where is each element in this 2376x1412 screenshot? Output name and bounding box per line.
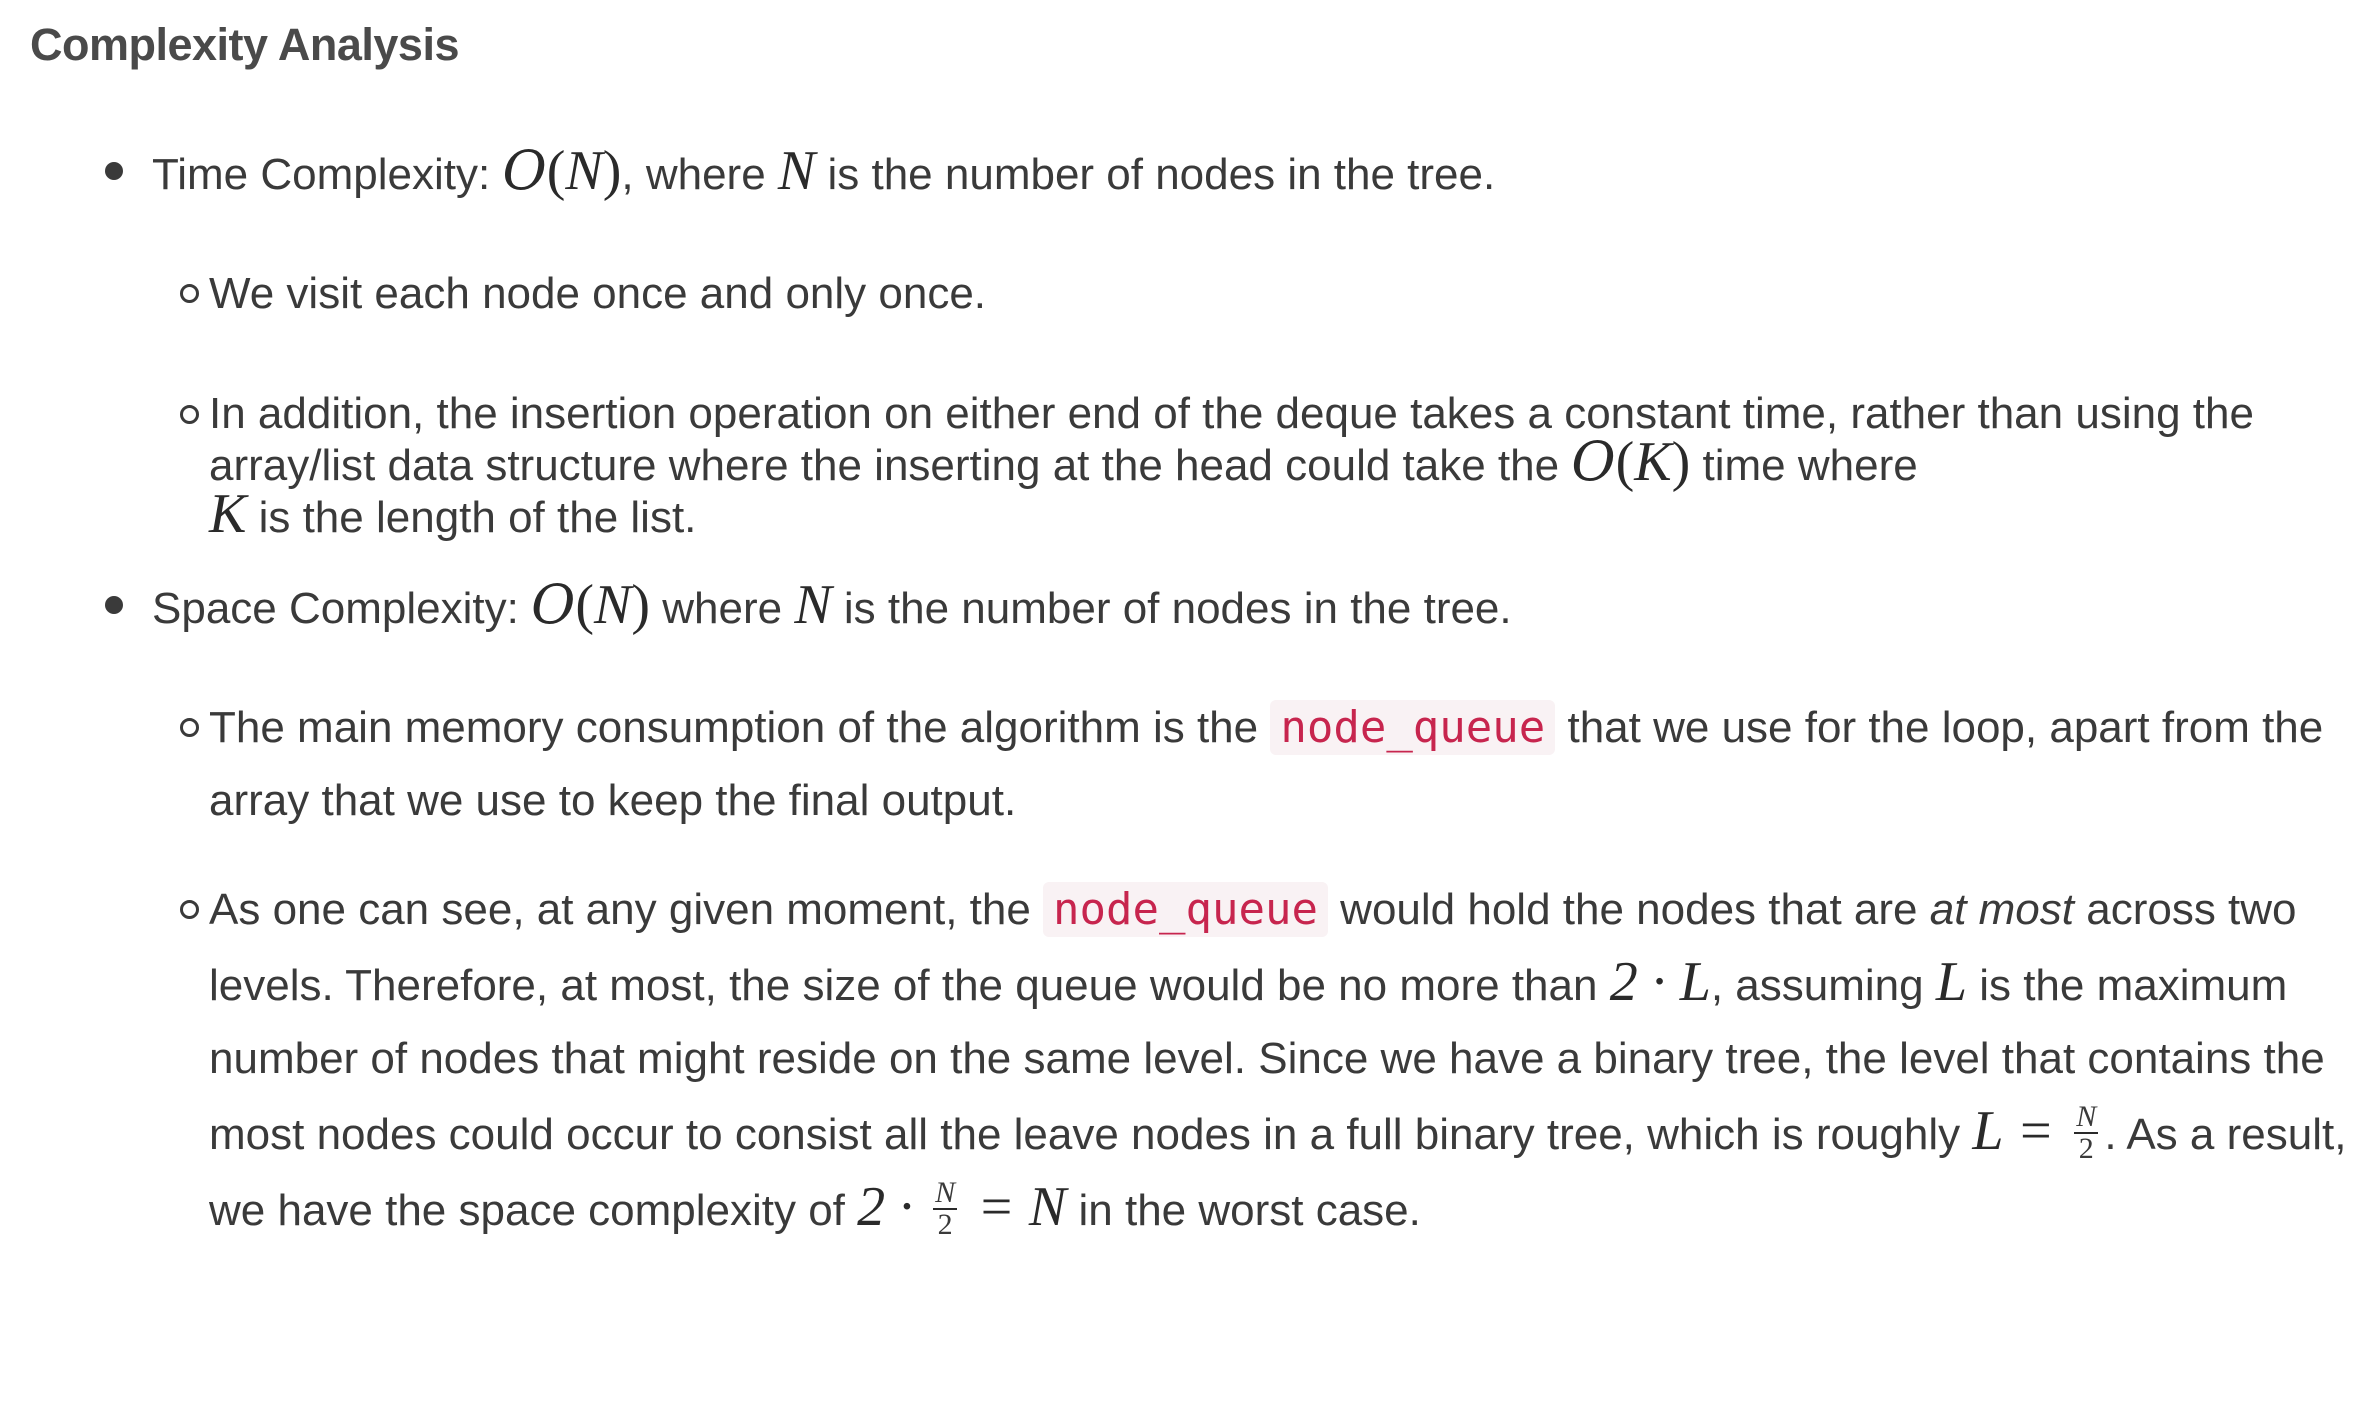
bullet-dot-icon (105, 596, 123, 614)
space-sub-item-2: As one can see, at any given moment, the… (30, 873, 2356, 1247)
bullet-circle-icon (180, 405, 199, 424)
article: Complexity Analysis Time Complexity: O(N… (0, 0, 2376, 1412)
space-sublist: The main memory consumption of the algor… (30, 691, 2356, 1247)
bullet-dot-icon (105, 162, 123, 180)
bullet-circle-icon (180, 900, 199, 919)
space-complexity-item: Space Complexity: O(N) where N is the nu… (30, 568, 2356, 1247)
time-sub-item-1: We visit each node once and only once. (30, 257, 2356, 330)
fraction-n-over-2: N2 (933, 1176, 958, 1242)
math-L: L (1935, 951, 1967, 1013)
space-tail: is the number of nodes in the tree. (831, 584, 1512, 633)
fraction-n-over-2: N2 (2074, 1100, 2099, 1166)
time-tail: is the number of nodes in the tree. (815, 150, 1496, 199)
math-2-dot: 2 · (857, 1176, 928, 1238)
math-L-eq: L = (1972, 1100, 2069, 1162)
space-mid: where (650, 584, 795, 633)
bullet-circle-icon (180, 718, 199, 737)
time-sub-2-text: In addition, the insertion operation on … (209, 389, 2254, 545)
node-queue-code: node_queue (1043, 882, 1328, 937)
time-var-n: N (777, 140, 816, 202)
math-eq-n: = N (963, 1176, 1067, 1238)
space-sub-1-text: The main memory consumption of the algor… (209, 700, 2324, 825)
section-heading: Complexity Analysis (30, 19, 460, 70)
time-sublist: We visit each node once and only once. I… (30, 257, 2356, 542)
time-sub-item-2: In addition, the insertion operation on … (30, 378, 2356, 542)
time-complexity-item: Time Complexity: O(N), where N is the nu… (30, 134, 2356, 542)
time-label: Time Complexity: (152, 150, 503, 199)
space-sub-item-1: The main memory consumption of the algor… (30, 691, 2356, 837)
space-big-o: O(N) (531, 573, 651, 636)
space-label: Space Complexity: (152, 584, 532, 633)
time-mid: , where (621, 150, 778, 199)
space-var-n: N (794, 574, 832, 636)
node-queue-code: node_queue (1270, 700, 1556, 755)
time-big-o: O(N) (502, 139, 622, 202)
bullet-circle-icon (180, 284, 199, 303)
complexity-list: Time Complexity: O(N), where N is the nu… (30, 134, 2356, 1247)
time-sub-1-text: We visit each node once and only once. (209, 269, 987, 318)
emphasis-at-most: at most (1929, 885, 2074, 934)
math-2L: 2 · L (1609, 951, 1711, 1013)
space-sub-2-text: As one can see, at any given moment, the… (209, 882, 2347, 1242)
